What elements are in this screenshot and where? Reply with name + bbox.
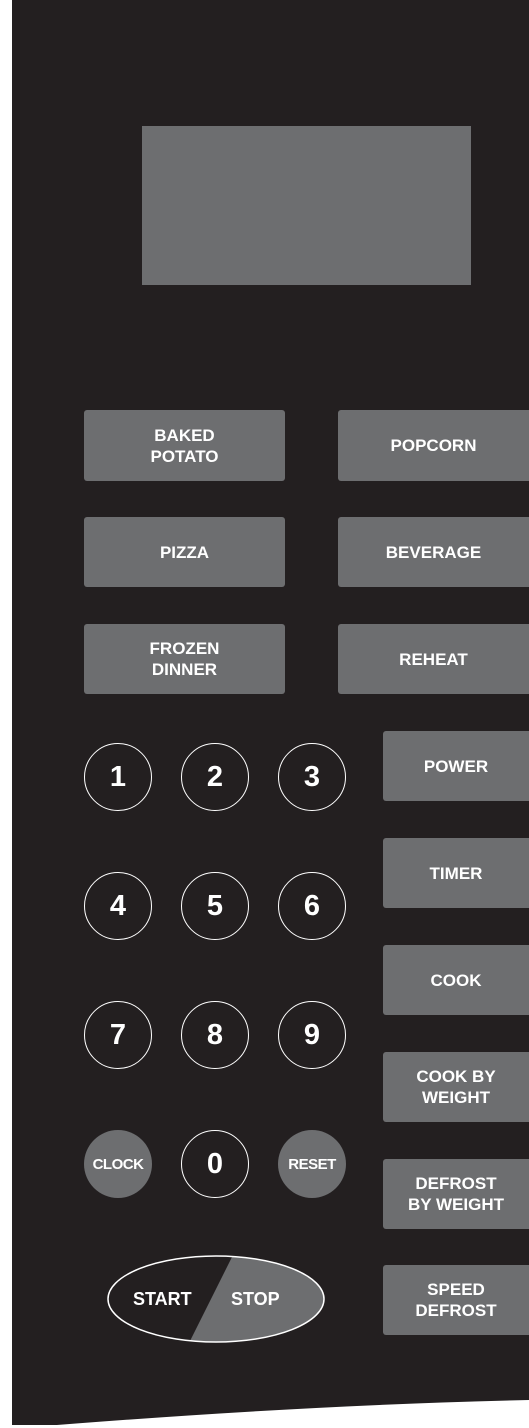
popcorn-button[interactable]: POPCORN (338, 410, 529, 481)
lcd-display (142, 126, 471, 285)
start-stop-button[interactable]: START STOP (107, 1255, 325, 1343)
frozen-dinner-button[interactable]: FROZEN DINNER (84, 624, 285, 694)
baked-potato-button[interactable]: BAKED POTATO (84, 410, 285, 481)
digit-3-button[interactable]: 3 (278, 743, 346, 811)
beverage-button[interactable]: BEVERAGE (338, 517, 529, 587)
stop-label: STOP (231, 1289, 280, 1309)
reset-button[interactable]: RESET (278, 1130, 346, 1198)
cook-button[interactable]: COOK (383, 945, 529, 1015)
digit-2-button[interactable]: 2 (181, 743, 249, 811)
digit-9-button[interactable]: 9 (278, 1001, 346, 1069)
timer-button[interactable]: TIMER (383, 838, 529, 908)
power-button[interactable]: POWER (383, 731, 529, 801)
reheat-button[interactable]: REHEAT (338, 624, 529, 694)
digit-7-button[interactable]: 7 (84, 1001, 152, 1069)
digit-0-button[interactable]: 0 (181, 1130, 249, 1198)
defrost-by-weight-button[interactable]: DEFROST BY WEIGHT (383, 1159, 529, 1229)
clock-button[interactable]: CLOCK (84, 1130, 152, 1198)
digit-6-button[interactable]: 6 (278, 872, 346, 940)
cook-by-weight-button[interactable]: COOK BY WEIGHT (383, 1052, 529, 1122)
start-label: START (133, 1289, 192, 1309)
digit-8-button[interactable]: 8 (181, 1001, 249, 1069)
digit-5-button[interactable]: 5 (181, 872, 249, 940)
pizza-button[interactable]: PIZZA (84, 517, 285, 587)
digit-1-button[interactable]: 1 (84, 743, 152, 811)
speed-defrost-button[interactable]: SPEED DEFROST (383, 1265, 529, 1335)
digit-4-button[interactable]: 4 (84, 872, 152, 940)
